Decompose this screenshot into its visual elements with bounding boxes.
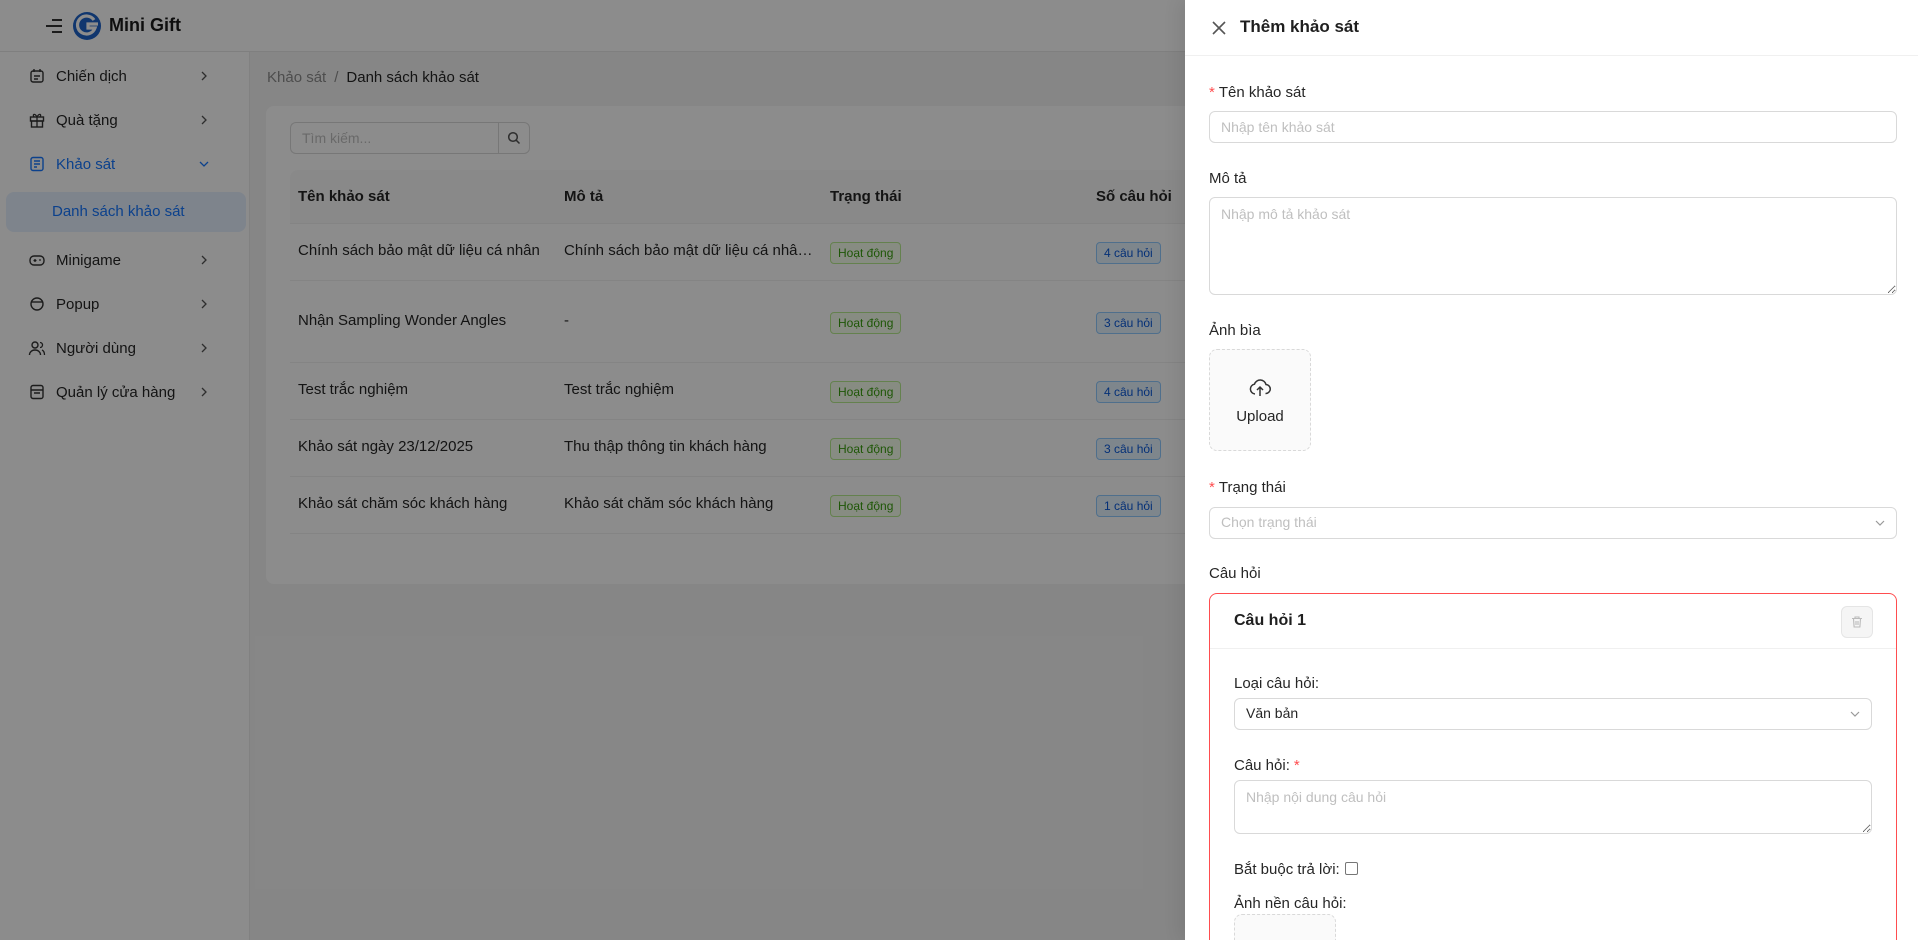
question-content-textarea[interactable] [1234, 780, 1872, 834]
question-card: Câu hỏi 1 Loại câu hỏi: Văn bản Câu hỏi:… [1209, 593, 1897, 940]
cloud-upload-icon [1249, 379, 1271, 396]
required-answer-label: Bắt buộc trả lời: [1234, 861, 1340, 878]
question-card-title: Câu hỏi 1 [1234, 612, 1307, 629]
question-type-select[interactable]: Văn bản [1234, 698, 1872, 730]
drawer-header: Thêm khảo sát [1185, 0, 1918, 56]
survey-name-input[interactable] [1209, 111, 1897, 143]
question-bg-label: Ảnh nền câu hỏi: [1234, 895, 1347, 912]
question-bg-upload-button[interactable] [1234, 914, 1336, 940]
required-mark: * [1293, 757, 1300, 774]
chevron-down-icon [1850, 711, 1860, 717]
drawer-title: Thêm khảo sát [1240, 17, 1360, 36]
question-type-label: Loại câu hỏi: [1234, 675, 1320, 692]
description-label: Mô tả [1209, 170, 1247, 187]
question-card-header: Câu hỏi 1 [1210, 594, 1896, 649]
description-textarea[interactable] [1209, 197, 1897, 295]
cover-image-label: Ảnh bìa [1209, 322, 1261, 339]
question-content-label-text: Câu hỏi: [1234, 757, 1290, 774]
close-icon[interactable] [1210, 19, 1228, 37]
chevron-down-icon [1875, 520, 1885, 526]
cover-upload-button[interactable]: Upload [1209, 349, 1311, 451]
survey-name-label: * Tên khảo sát [1209, 84, 1306, 101]
status-select-placeholder: Chọn trạng thái [1221, 514, 1317, 530]
question-content-label: Câu hỏi: * [1234, 757, 1300, 774]
upload-label: Upload [1236, 408, 1284, 425]
questions-label: Câu hỏi [1209, 565, 1261, 582]
status-label: * Trạng thái [1209, 479, 1286, 496]
question-type-value: Văn bản [1246, 705, 1299, 721]
survey-name-label-text: Tên khảo sát [1218, 84, 1306, 101]
required-mark: * [1209, 84, 1215, 101]
status-label-text: Trạng thái [1218, 479, 1286, 496]
delete-question-button[interactable] [1841, 606, 1873, 638]
status-select[interactable]: Chọn trạng thái [1209, 507, 1897, 539]
trash-icon [1852, 616, 1862, 628]
add-survey-drawer: Thêm khảo sát *Tên khảo sát Mô tả Ảnh bì… [1185, 0, 1918, 940]
required-mark: * [1209, 479, 1215, 496]
required-answer-checkbox[interactable] [1345, 862, 1358, 875]
